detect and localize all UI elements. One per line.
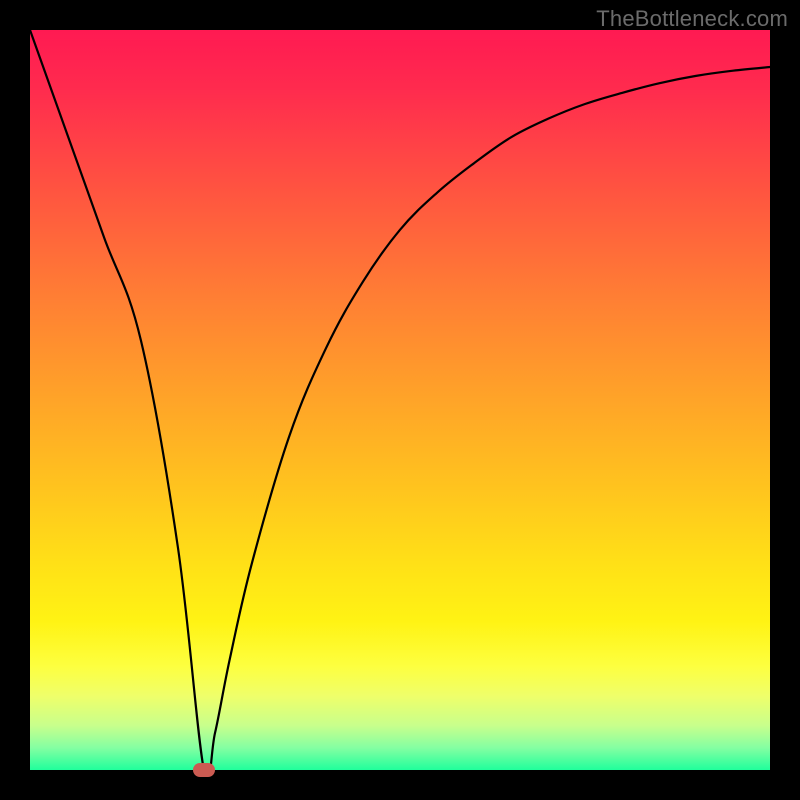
optimal-point-marker	[193, 763, 215, 777]
watermark-text: TheBottleneck.com	[596, 6, 788, 32]
plot-area	[30, 30, 770, 770]
chart-frame	[30, 30, 770, 770]
heat-gradient-background	[30, 30, 770, 770]
